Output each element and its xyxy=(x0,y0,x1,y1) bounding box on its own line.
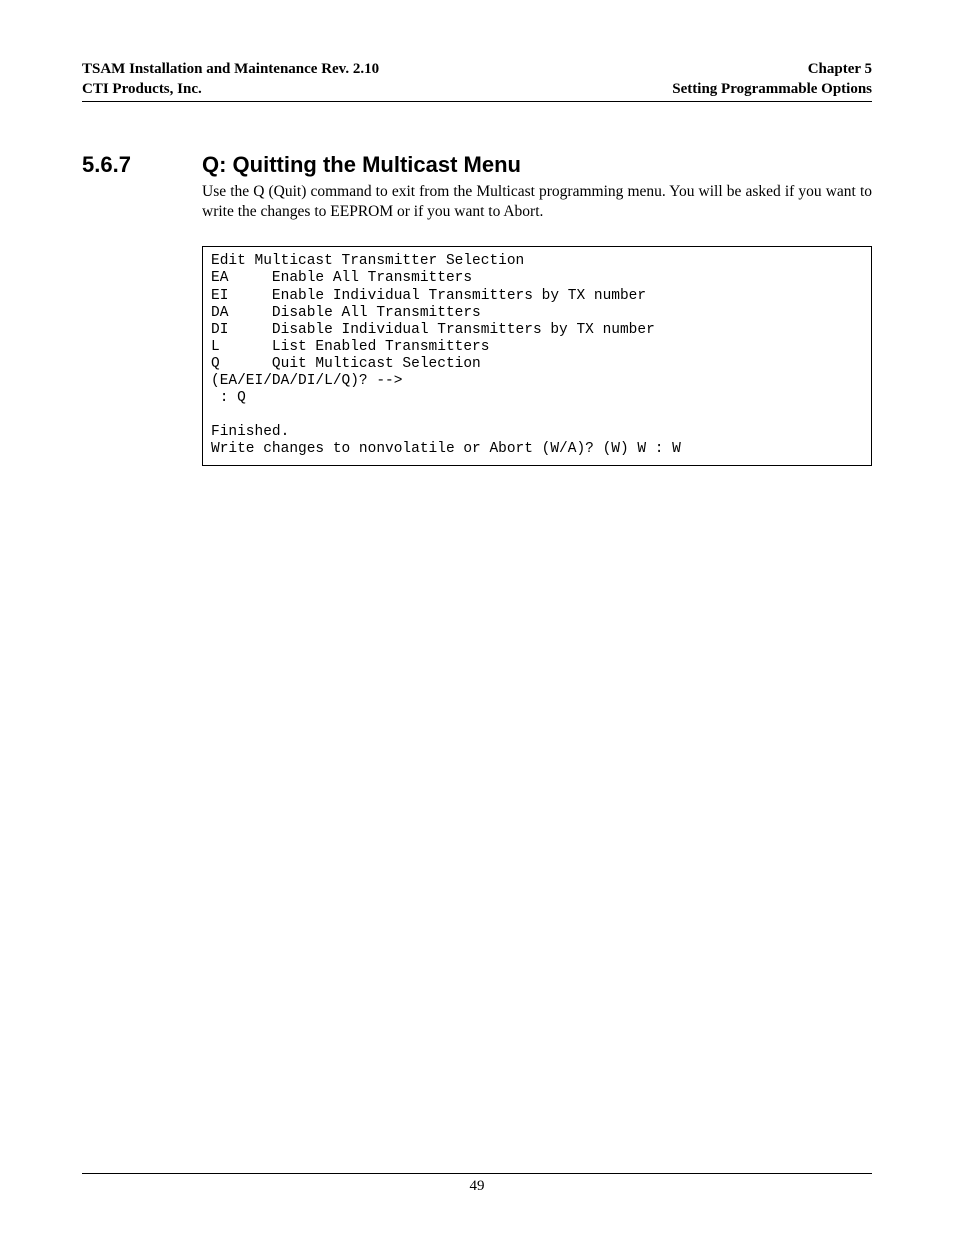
section-heading-row: 5.6.7 Q: Quitting the Multicast Menu xyxy=(82,152,872,178)
header-right: Chapter 5 Setting Programmable Options xyxy=(672,60,872,99)
page-header: TSAM Installation and Maintenance Rev. 2… xyxy=(82,60,872,102)
section-body: Use the Q (Quit) command to exit from th… xyxy=(202,182,872,222)
section-number: 5.6.7 xyxy=(82,152,162,178)
header-manual-title: TSAM Installation and Maintenance Rev. 2… xyxy=(82,60,379,80)
header-chapter-title: Setting Programmable Options xyxy=(672,80,872,100)
header-left: TSAM Installation and Maintenance Rev. 2… xyxy=(82,60,379,99)
section: 5.6.7 Q: Quitting the Multicast Menu Use… xyxy=(82,152,872,222)
page-number: 49 xyxy=(470,1178,485,1194)
section-title: Q: Quitting the Multicast Menu xyxy=(202,152,521,178)
header-company: CTI Products, Inc. xyxy=(82,80,379,100)
header-chapter: Chapter 5 xyxy=(672,60,872,80)
terminal-output: Edit Multicast Transmitter Selection EA … xyxy=(202,246,872,465)
page-footer: 49 xyxy=(82,1173,872,1195)
